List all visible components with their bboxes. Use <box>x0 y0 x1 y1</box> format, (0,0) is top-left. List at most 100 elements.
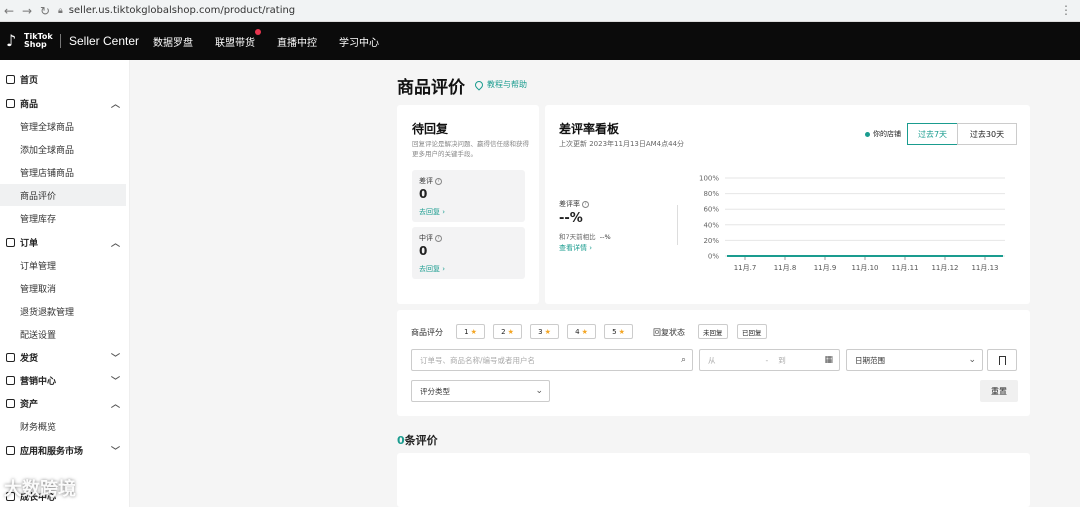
sidebar-label: 发货 <box>20 353 39 364</box>
lock-icon: 🔒︎ <box>58 5 63 16</box>
sidebar-item-add-global-product[interactable]: 添加全球商品 <box>0 138 126 160</box>
info-icon[interactable]: ? <box>435 234 442 242</box>
menu-data-compass[interactable]: 数据罗盘 <box>153 34 193 49</box>
data-point <box>864 255 866 257</box>
top-menu: 数据罗盘 联盟带货 直播中控 学习中心 <box>153 28 401 49</box>
menu-live-control[interactable]: 直播中控 <box>277 34 317 49</box>
sidebar-item-manage-cancellations[interactable]: 管理取消 <box>0 277 126 299</box>
sidebar-group-assets[interactable]: 资产 ︿ <box>0 392 126 414</box>
legend-label: 你的店铺 <box>873 130 901 138</box>
chart-legend: 你的店铺 <box>865 129 901 139</box>
search-input[interactable]: 订单号、商品名称/编号或者用户名 ⌕ <box>411 349 693 371</box>
star-value: 1 <box>464 327 469 336</box>
neutral-reply-link[interactable]: 去回复 › <box>419 264 445 274</box>
range-30-days-button[interactable]: 过去30天 <box>957 123 1017 145</box>
sidebar-group-products[interactable]: 商品 ︿ <box>0 92 126 114</box>
help-link[interactable]: 教程与帮助 <box>473 78 527 91</box>
x-tick-label: 11月.12 <box>931 264 958 272</box>
search-placeholder: 订单号、商品名称/编号或者用户名 <box>420 355 536 365</box>
sidebar-item-finance-overview[interactable]: 财务概览 <box>0 415 126 437</box>
sidebar-item-returns-refunds[interactable]: 退货退款管理 <box>0 300 126 322</box>
bookmark-button[interactable] <box>987 349 1017 371</box>
chevron-up-icon: ︿ <box>110 99 120 110</box>
sidebar-group-shipping[interactable]: 发货 ﹀ <box>0 346 126 368</box>
filter-panel: 商品评分 1 ★ 2 ★ 3 ★ 4 ★ 5 ★ 回复状态 未回复 已回复 订单号、商品名… <box>397 310 1030 416</box>
date-from: 从 <box>708 355 716 365</box>
star-value: 4 <box>575 327 580 336</box>
megaphone-icon <box>6 375 15 385</box>
x-tick-label: 11月.13 <box>971 264 998 272</box>
data-point <box>824 255 826 257</box>
review-count-number: 0 <box>397 434 405 447</box>
chevron-up-icon: ︿ <box>110 399 120 410</box>
info-icon[interactable]: ? <box>582 200 589 208</box>
data-point <box>744 255 746 257</box>
negative-label-row: 差评? <box>419 176 442 186</box>
bookmark-icon <box>998 355 1006 365</box>
negative-reply-link[interactable]: 去回复 › <box>419 207 445 217</box>
sidebar: 首页 商品 ︿ 管理全球商品 添加全球商品 管理店铺商品 商品评价 管理库存 订单… <box>0 60 130 507</box>
view-details-link[interactable]: 查看详情 › <box>559 243 592 253</box>
date-separator: - <box>765 355 769 365</box>
sidebar-group-marketing[interactable]: 营销中心 ﹀ <box>0 369 126 391</box>
data-point <box>904 255 906 257</box>
negative-rate-chart: 100% 80% 60% 40% 20% 0% 11月.7 11月.8 11月.9 11月.10 1… <box>699 175 1005 272</box>
data-point <box>944 255 946 257</box>
star-filter-3[interactable]: 3 ★ <box>530 324 559 339</box>
board-divider <box>677 205 678 245</box>
logo-text: TikTok Shop <box>24 32 53 49</box>
sidebar-group-apps[interactable]: 应用和服务市场 ﹀ <box>0 439 126 461</box>
star-filter-1[interactable]: 1 ★ <box>456 324 485 339</box>
negative-rate-board: 差评率看板 上次更新 2023年11月13日AM4点44分 你的店铺 过去7天 … <box>545 105 1030 304</box>
data-point <box>784 255 786 257</box>
x-tick-label: 11月.10 <box>851 264 878 272</box>
app-title: Seller Center <box>69 34 140 48</box>
neutral-count: 0 <box>419 244 428 258</box>
tiktok-shop-logo[interactable]: ♪ TikTok Shop <box>6 31 53 50</box>
reply-status-label: 回复状态 <box>653 328 685 337</box>
y-tick-label: 60% <box>703 206 719 214</box>
sidebar-item-manage-shop-products[interactable]: 管理店铺商品 <box>0 161 126 183</box>
star-filter-4[interactable]: 4 ★ <box>567 324 596 339</box>
browser-address-bar: ← → ↻ 🔒︎ seller.us.tiktokglobalshop.com/… <box>0 0 1080 22</box>
search-icon[interactable]: ⌕ <box>681 355 686 365</box>
tiktok-note-icon: ♪ <box>6 31 17 50</box>
sidebar-label: 订单 <box>20 238 39 249</box>
pending-title: 待回复 <box>412 122 449 136</box>
back-arrow-icon[interactable]: ← <box>0 4 18 18</box>
help-label: 教程与帮助 <box>487 80 527 89</box>
unreplied-filter[interactable]: 未回复 <box>698 324 728 339</box>
compare-value: --% <box>599 233 611 241</box>
chevron-down-icon: ﹀ <box>110 376 120 387</box>
sidebar-group-orders[interactable]: 订单 ︿ <box>0 231 126 253</box>
url-text[interactable]: seller.us.tiktokglobalshop.com/product/r… <box>69 5 295 16</box>
more-options-icon[interactable]: ⋮ <box>1060 3 1072 17</box>
sidebar-item-manage-inventory[interactable]: 管理库存 <box>0 207 126 229</box>
date-picker[interactable]: 从 - 到 ▦ <box>699 349 840 371</box>
forward-arrow-icon[interactable]: → <box>18 4 36 18</box>
range-7-days-button[interactable]: 过去7天 <box>907 123 958 145</box>
reset-button[interactable]: 重置 <box>980 380 1018 402</box>
star-filter-2[interactable]: 2 ★ <box>493 324 522 339</box>
rating-type-select[interactable]: 评分类型 ⌄ <box>411 380 550 402</box>
sidebar-item-order-management[interactable]: 订单管理 <box>0 254 126 276</box>
rating-filter-label: 商品评分 <box>411 328 443 337</box>
info-icon[interactable]: ? <box>435 177 442 185</box>
menu-affiliate[interactable]: 联盟带货 <box>215 28 262 49</box>
replied-filter[interactable]: 已回复 <box>737 324 767 339</box>
sidebar-label: 首页 <box>20 75 39 86</box>
chevron-down-icon: ⌄ <box>535 386 543 396</box>
sidebar-label: 商品 <box>20 99 39 110</box>
rating-type-label: 评分类型 <box>420 386 450 396</box>
reload-icon[interactable]: ↻ <box>36 4 54 18</box>
truck-icon <box>6 352 15 362</box>
sidebar-item-home[interactable]: 首页 <box>0 68 126 90</box>
sidebar-item-manage-global-products[interactable]: 管理全球商品 <box>0 115 126 137</box>
page-title: 商品评价 <box>397 78 465 98</box>
star-filter-5[interactable]: 5 ★ <box>604 324 633 339</box>
menu-learning-center[interactable]: 学习中心 <box>339 34 379 49</box>
star-icon: ★ <box>507 327 514 336</box>
sidebar-item-product-reviews[interactable]: 商品评价 <box>0 184 126 206</box>
date-range-select[interactable]: 日期范围 ⌄ <box>846 349 983 371</box>
sidebar-item-shipping-settings[interactable]: 配送设置 <box>0 323 126 345</box>
